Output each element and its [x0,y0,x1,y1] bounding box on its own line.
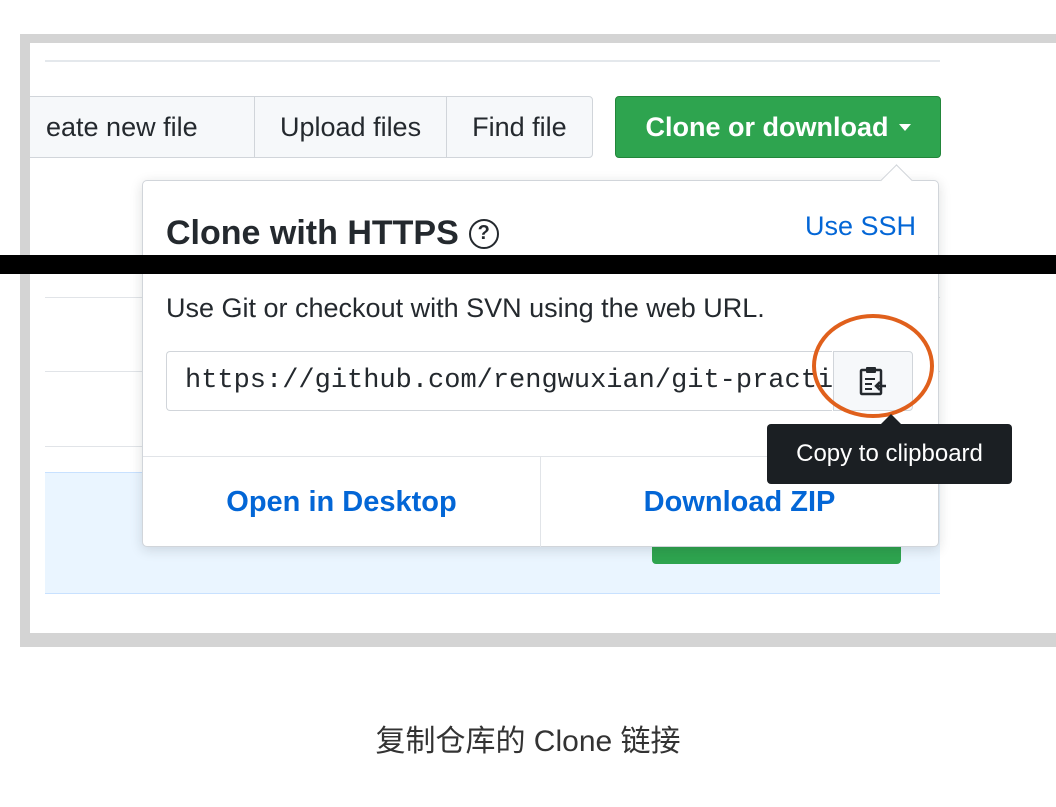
image-caption: 复制仓库的 Clone 链接 [375,725,681,758]
clone-url-input[interactable] [166,351,832,411]
popover-arrow [880,164,913,197]
highlight-circle-annotation [812,314,934,418]
create-new-file-button[interactable]: eate new file [30,97,255,157]
repo-page: eate new file Upload files Find file Clo… [30,43,1012,633]
file-actions-group: eate new file Upload files Find file [30,96,593,158]
copy-tooltip: Copy to clipboard [767,424,1012,484]
question-circle-icon[interactable]: ? [468,218,499,249]
black-divider-bar [0,255,1056,274]
screenshot-area: eate new file Upload files Find file Clo… [30,43,1056,633]
use-ssh-link[interactable]: Use SSH [805,211,916,242]
clone-or-download-button[interactable]: Clone or download [615,96,941,158]
popover-title-text: Clone with HTTPS [166,214,459,252]
clone-or-download-label: Clone or download [645,111,889,142]
find-file-button[interactable]: Find file [447,97,592,157]
popover-description: Use Git or checkout with SVN using the w… [166,293,765,323]
open-in-desktop-link[interactable]: Open in Desktop [143,457,540,547]
popover-title: Clone with HTTPS ? [166,214,499,253]
tooltip-arrow [881,414,901,424]
caret-down-icon [898,123,911,131]
upload-files-button[interactable]: Upload files [255,97,448,157]
divider [45,60,940,62]
